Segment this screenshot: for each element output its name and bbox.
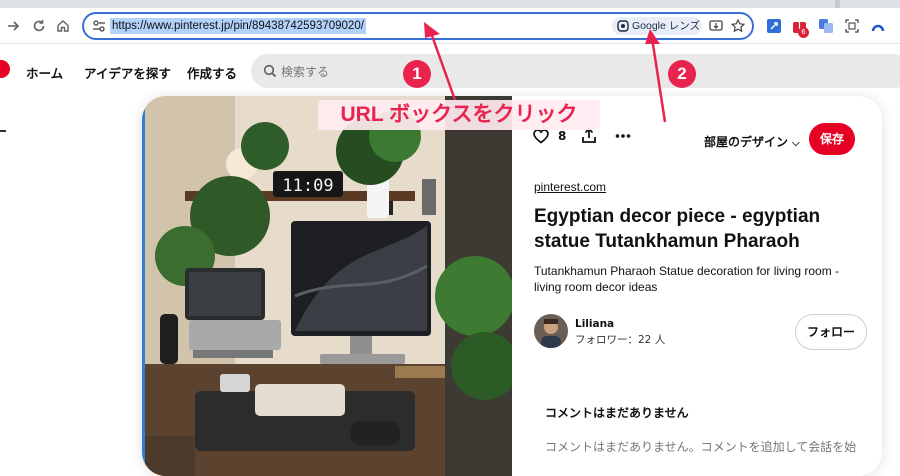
led-clock-text: 11:09 <box>282 176 333 196</box>
reload-icon[interactable] <box>30 17 48 35</box>
extension-badge: 6 <box>798 27 809 38</box>
annotation-label: URL ボックスをクリック <box>318 100 600 130</box>
home-icon[interactable] <box>54 17 72 35</box>
board-select[interactable]: 部屋のデザイン ⌵ <box>704 133 800 150</box>
more-options-icon[interactable] <box>614 127 632 145</box>
pin-image[interactable]: 11:09 <box>142 96 512 476</box>
tab-strip <box>0 0 900 8</box>
sidebar-dash <box>0 130 6 132</box>
screenshot-icon[interactable] <box>844 18 860 34</box>
board-name: 部屋のデザイン <box>704 135 789 149</box>
bookmark-star-icon[interactable] <box>730 18 746 34</box>
nav-explore[interactable]: アイデアを探す <box>84 63 171 82</box>
install-app-icon[interactable] <box>708 18 724 34</box>
pin-closeup-card: 11:09 8 部屋のデザイン ⌵ 保存 pinterest.com Egypt… <box>142 96 882 476</box>
pinterest-logo-icon[interactable] <box>0 60 10 78</box>
follow-button[interactable]: フォロー <box>795 314 867 350</box>
search-icon <box>263 64 277 78</box>
like-count: 8 <box>558 129 567 143</box>
extension-resize-icon[interactable] <box>766 18 782 34</box>
tune-icon[interactable] <box>92 19 106 33</box>
comments-heading: コメントはまだありません <box>545 406 689 420</box>
comments-empty-text: コメントはまだありません。コメントを追加して会話を始 <box>545 440 857 454</box>
translate-icon[interactable] <box>818 18 834 34</box>
google-lens-chip[interactable]: Google レンズ <box>612 17 702 35</box>
source-link[interactable]: pinterest.com <box>534 180 606 194</box>
nav-create[interactable]: 作成する <box>187 63 237 82</box>
lens-icon <box>617 20 629 32</box>
tab-strip-edge <box>835 0 840 8</box>
creator-name[interactable]: Liliana <box>575 318 614 330</box>
search-input[interactable]: 検索する <box>251 54 900 88</box>
arc-extension-icon[interactable] <box>870 18 886 34</box>
follower-count: フォロワー：22 人 <box>575 334 666 346</box>
url-text[interactable]: https://www.pinterest.jp/pin/89438742593… <box>110 18 366 34</box>
nav-home[interactable]: ホーム <box>26 63 63 82</box>
pin-title: Egyptian decor piece - egyptian statue T… <box>534 206 821 252</box>
chevron-down-icon: ⌵ <box>792 138 800 149</box>
pin-description: Tutankhamun Pharaoh Statue decoration fo… <box>534 264 840 294</box>
site-header: ホーム アイデアを探す 作成する 検索する <box>0 52 900 92</box>
forward-icon[interactable] <box>4 17 22 35</box>
save-button[interactable]: 保存 <box>809 123 855 155</box>
browser-toolbar: https://www.pinterest.jp/pin/89438742593… <box>0 8 900 44</box>
search-placeholder: 検索する <box>281 65 330 79</box>
avatar[interactable] <box>534 314 568 348</box>
lens-chip-label: Google レンズ <box>632 20 701 32</box>
step-badge-2: 2 <box>668 60 696 88</box>
step-badge-1: 1 <box>403 60 431 88</box>
url-omnibox[interactable]: https://www.pinterest.jp/pin/89438742593… <box>82 12 754 40</box>
